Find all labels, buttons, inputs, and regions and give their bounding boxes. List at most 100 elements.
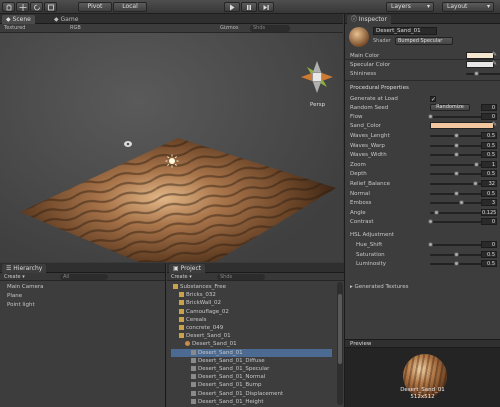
slider-knob[interactable] — [433, 209, 439, 215]
procedural-param-value[interactable]: 0.5 — [481, 170, 497, 178]
hand-tool-button[interactable] — [2, 2, 15, 12]
gizmos-dropdown[interactable]: Gizmos — [220, 24, 238, 33]
procedural-param-value[interactable]: 0.5 — [481, 141, 497, 149]
project-item[interactable]: Desert_Sand_01 — [179, 332, 231, 340]
slider-knob[interactable] — [453, 190, 459, 196]
project-item[interactable]: Camouflage_02 — [179, 308, 229, 316]
slider-knob[interactable] — [427, 219, 433, 225]
slider-knob[interactable] — [427, 242, 433, 247]
hierarchy-item[interactable]: Main Camera — [7, 283, 43, 291]
scrollbar-thumb[interactable] — [338, 294, 342, 364]
pivot-toggle[interactable]: Pivot — [78, 2, 112, 12]
slider-knob[interactable] — [453, 251, 459, 257]
project-item[interactable]: Substances_Free — [173, 283, 226, 291]
procedural-param-slider[interactable] — [430, 171, 482, 177]
project-item[interactable]: Desert_Sand_01 — [191, 349, 243, 357]
hsl-param-value[interactable]: 0.5 — [481, 260, 497, 268]
procedural-param-slider[interactable] — [430, 133, 482, 138]
material-name-field[interactable]: Desert_Sand_01 — [373, 27, 437, 35]
slider-knob[interactable] — [453, 133, 459, 138]
hierarchy-item[interactable]: Point light — [7, 301, 35, 309]
scale-tool-button[interactable] — [44, 2, 57, 12]
pause-button[interactable] — [241, 2, 257, 12]
project-item[interactable]: Cereals — [179, 316, 207, 324]
procedural-param-slider[interactable] — [430, 142, 482, 148]
project-item[interactable]: BrickWall_02 — [179, 299, 221, 307]
tab-project[interactable]: ▣ Project — [169, 264, 206, 273]
specular-color-swatch[interactable] — [466, 61, 494, 68]
project-search-input[interactable]: Shds — [217, 274, 265, 280]
procedural-param-value[interactable]: 0.5 — [481, 132, 497, 139]
flow-slider[interactable] — [427, 114, 482, 119]
procedural-param-value[interactable]: 0.125 — [481, 208, 497, 216]
project-scrollbar[interactable] — [337, 282, 343, 405]
main-color-swatch[interactable] — [466, 52, 494, 59]
project-item[interactable]: Desert_Sand_01_Diffuse — [191, 357, 265, 365]
shader-dropdown[interactable]: Bumped Specular — [395, 37, 453, 45]
procedural-param-value[interactable]: 1 — [481, 160, 497, 168]
hierarchy-create-dropdown[interactable]: Create ▾ — [4, 273, 25, 281]
tab-game[interactable]: ◆ Game — [50, 15, 82, 24]
randomize-button[interactable]: Randomize — [430, 104, 470, 111]
generate-at-load-checkbox[interactable]: ✓ — [430, 96, 436, 103]
hsl-param-slider[interactable] — [430, 251, 482, 257]
tab-inspector[interactable]: ⓘ Inspector — [347, 15, 391, 24]
local-toggle[interactable]: Local — [113, 2, 147, 12]
project-item[interactable]: concrete_049 — [179, 324, 223, 332]
eyedropper-icon[interactable]: ✎ — [492, 60, 497, 68]
procedural-param-slider[interactable] — [430, 200, 482, 206]
shading-mode-dropdown[interactable]: Textured — [4, 24, 25, 33]
procedural-param-slider[interactable] — [430, 181, 482, 186]
tab-hierarchy[interactable]: ☰ Hierarchy — [2, 264, 47, 273]
random-seed-value[interactable]: 0 — [481, 104, 497, 111]
project-item[interactable]: Desert_Sand_01_Displacement — [191, 390, 283, 398]
rotate-tool-button[interactable] — [30, 2, 43, 12]
play-button[interactable] — [224, 2, 240, 12]
slider-knob[interactable] — [453, 261, 459, 267]
hierarchy-search-input[interactable]: All — [60, 274, 108, 280]
project-item[interactable]: Desert_Sand_01 — [185, 340, 237, 348]
project-item[interactable]: Bricks_032 — [179, 291, 216, 299]
procedural-param-value[interactable]: 32 — [481, 180, 497, 187]
layers-dropdown[interactable]: Layers ▾ — [386, 2, 434, 12]
layout-dropdown[interactable]: Layout ▾ — [442, 2, 494, 12]
procedural-param-slider[interactable] — [430, 190, 482, 196]
scene-search-input[interactable]: Shds — [250, 25, 290, 32]
slider-knob[interactable] — [453, 171, 459, 177]
project-create-dropdown[interactable]: Create ▾ — [171, 273, 192, 281]
shininess-slider[interactable] — [466, 71, 500, 76]
hsl-param-value[interactable]: 0.5 — [481, 250, 497, 258]
generated-textures-foldout[interactable]: ▸ Generated Textures — [350, 283, 497, 291]
slider-knob[interactable] — [453, 152, 459, 158]
slider-knob[interactable] — [458, 200, 464, 206]
move-tool-button[interactable] — [16, 2, 29, 12]
slider-knob[interactable] — [474, 161, 480, 167]
procedural-param-value[interactable]: 0.5 — [481, 189, 497, 197]
render-mode-dropdown[interactable]: RGB — [70, 24, 81, 33]
project-item[interactable]: Desert_Sand_01_Normal — [191, 373, 265, 381]
project-item[interactable]: Desert_Sand_01_Bump — [191, 381, 261, 389]
procedural-param-value[interactable]: 0.5 — [481, 151, 497, 159]
procedural-param-slider[interactable] — [430, 161, 482, 167]
procedural-param-slider[interactable] — [430, 209, 482, 215]
hsl-param-value[interactable]: 0 — [481, 241, 497, 248]
scene-viewport[interactable]: Persp — [0, 33, 343, 262]
procedural-param-slider[interactable] — [430, 152, 482, 158]
procedural-param-value[interactable]: 0 — [481, 218, 497, 226]
slider-knob[interactable] — [427, 114, 433, 119]
procedural-param-slider[interactable] — [427, 219, 482, 225]
sand-color-swatch[interactable] — [430, 122, 494, 129]
hsl-param-slider[interactable] — [430, 261, 482, 267]
eyedropper-icon[interactable]: ✎ — [492, 121, 497, 129]
flow-value[interactable]: 0 — [481, 113, 497, 120]
eyedropper-icon[interactable]: ✎ — [492, 51, 497, 59]
hsl-param-slider[interactable] — [427, 242, 482, 247]
hierarchy-item[interactable]: Plane — [7, 292, 22, 300]
procedural-param-value[interactable]: 3 — [481, 199, 497, 207]
project-item[interactable]: Desert_Sand_01_Height — [191, 398, 264, 406]
slider-knob[interactable] — [453, 142, 459, 148]
slider-knob[interactable] — [474, 71, 480, 76]
step-button[interactable] — [258, 2, 274, 12]
slider-knob[interactable] — [473, 181, 479, 186]
project-item[interactable]: Desert_Sand_01_Specular — [191, 365, 269, 373]
